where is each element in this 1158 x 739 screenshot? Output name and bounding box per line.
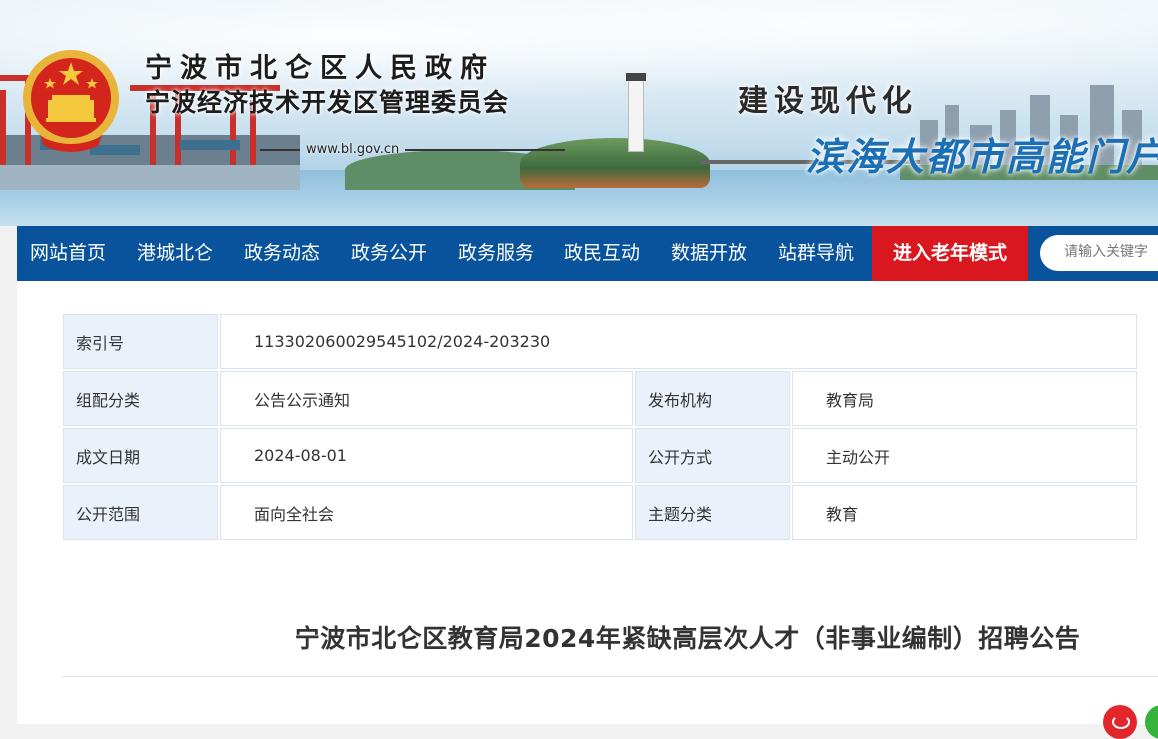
- lighthouse-illustration: [626, 73, 646, 152]
- meta-row-scope: 公开范围 面向全社会 主题分类 教育: [63, 485, 1137, 540]
- meta-label-publisher: 发布机构: [635, 371, 790, 426]
- slogan-top: 建设现代化: [738, 84, 918, 119]
- meta-value-open-method: 主动公开: [792, 428, 1137, 483]
- meta-label-open-method: 公开方式: [635, 428, 790, 483]
- nav-port-city[interactable]: 港城北仑: [137, 226, 213, 281]
- title-divider: [61, 676, 1158, 677]
- content-area: 索引号 113302060029545102/2024-203230 组配分类 …: [17, 281, 1158, 739]
- meta-label-date: 成文日期: [63, 428, 218, 483]
- search-input[interactable]: [1062, 243, 1158, 261]
- site-banner: 宁波市北仑区人民政府 宁波经济技术开发区管理委员会 www.bl.gov.cn …: [0, 0, 1158, 226]
- slogan-bottom: 滨海大都市高能门户: [806, 134, 1158, 179]
- meta-row-date: 成文日期 2024-08-01 公开方式 主动公开: [63, 428, 1137, 483]
- meta-value-publisher: 教育局: [792, 371, 1137, 426]
- national-emblem-icon: [23, 50, 119, 152]
- domain-divider-right: [405, 148, 566, 151]
- gov-title: 宁波市北仑区人民政府: [145, 53, 495, 84]
- article-title: 宁波市北仑区教育局2024年紧缺高层次人才（非事业编制）招聘公告: [294, 624, 1081, 653]
- main-nav: 网站首页 港城北仑 政务动态 政务公开 政务服务 政民互动 数据开放 站群导航 …: [17, 226, 1158, 281]
- meta-row-index: 索引号 113302060029545102/2024-203230: [63, 314, 1137, 369]
- nav-gov-open[interactable]: 政务公开: [351, 226, 427, 281]
- meta-value-date: 2024-08-01: [220, 428, 633, 483]
- weibo-share-icon[interactable]: [1103, 705, 1137, 739]
- meta-value-index: 113302060029545102/2024-203230: [220, 314, 1137, 369]
- site-title-block: 宁波市北仑区人民政府 宁波经济技术开发区管理委员会: [145, 52, 509, 120]
- meta-label-category: 组配分类: [63, 371, 218, 426]
- site-domain-text: www.bl.gov.cn: [306, 142, 400, 157]
- nav-gov-service[interactable]: 政务服务: [458, 226, 534, 281]
- domain-divider-left: [260, 148, 300, 151]
- nav-gov-news[interactable]: 政务动态: [244, 226, 320, 281]
- elder-mode-button[interactable]: 进入老年模式: [872, 226, 1028, 281]
- meta-value-scope: 面向全社会: [220, 485, 633, 540]
- meta-row-category: 组配分类 公告公示通知 发布机构 教育局: [63, 371, 1137, 426]
- nav-interaction[interactable]: 政民互动: [564, 226, 640, 281]
- wechat-share-icon[interactable]: [1145, 705, 1158, 739]
- meta-label-scope: 公开范围: [63, 485, 218, 540]
- document-meta-table: 索引号 113302060029545102/2024-203230 组配分类 …: [61, 312, 1139, 542]
- nav-site-map[interactable]: 站群导航: [778, 226, 854, 281]
- nav-open-data[interactable]: 数据开放: [671, 226, 747, 281]
- site-domain: www.bl.gov.cn: [260, 142, 566, 157]
- nav-home[interactable]: 网站首页: [30, 226, 106, 281]
- article-title-wrap: 宁波市北仑区教育局2024年紧缺高层次人才（非事业编制）招聘公告: [17, 619, 1158, 655]
- meta-label-index: 索引号: [63, 314, 218, 369]
- gov-subtitle: 宁波经济技术开发区管理委员会: [145, 88, 510, 117]
- meta-value-topic: 教育: [792, 485, 1137, 540]
- meta-label-topic: 主题分类: [635, 485, 790, 540]
- meta-value-category: 公告公示通知: [220, 371, 633, 426]
- search-box: [1040, 235, 1158, 271]
